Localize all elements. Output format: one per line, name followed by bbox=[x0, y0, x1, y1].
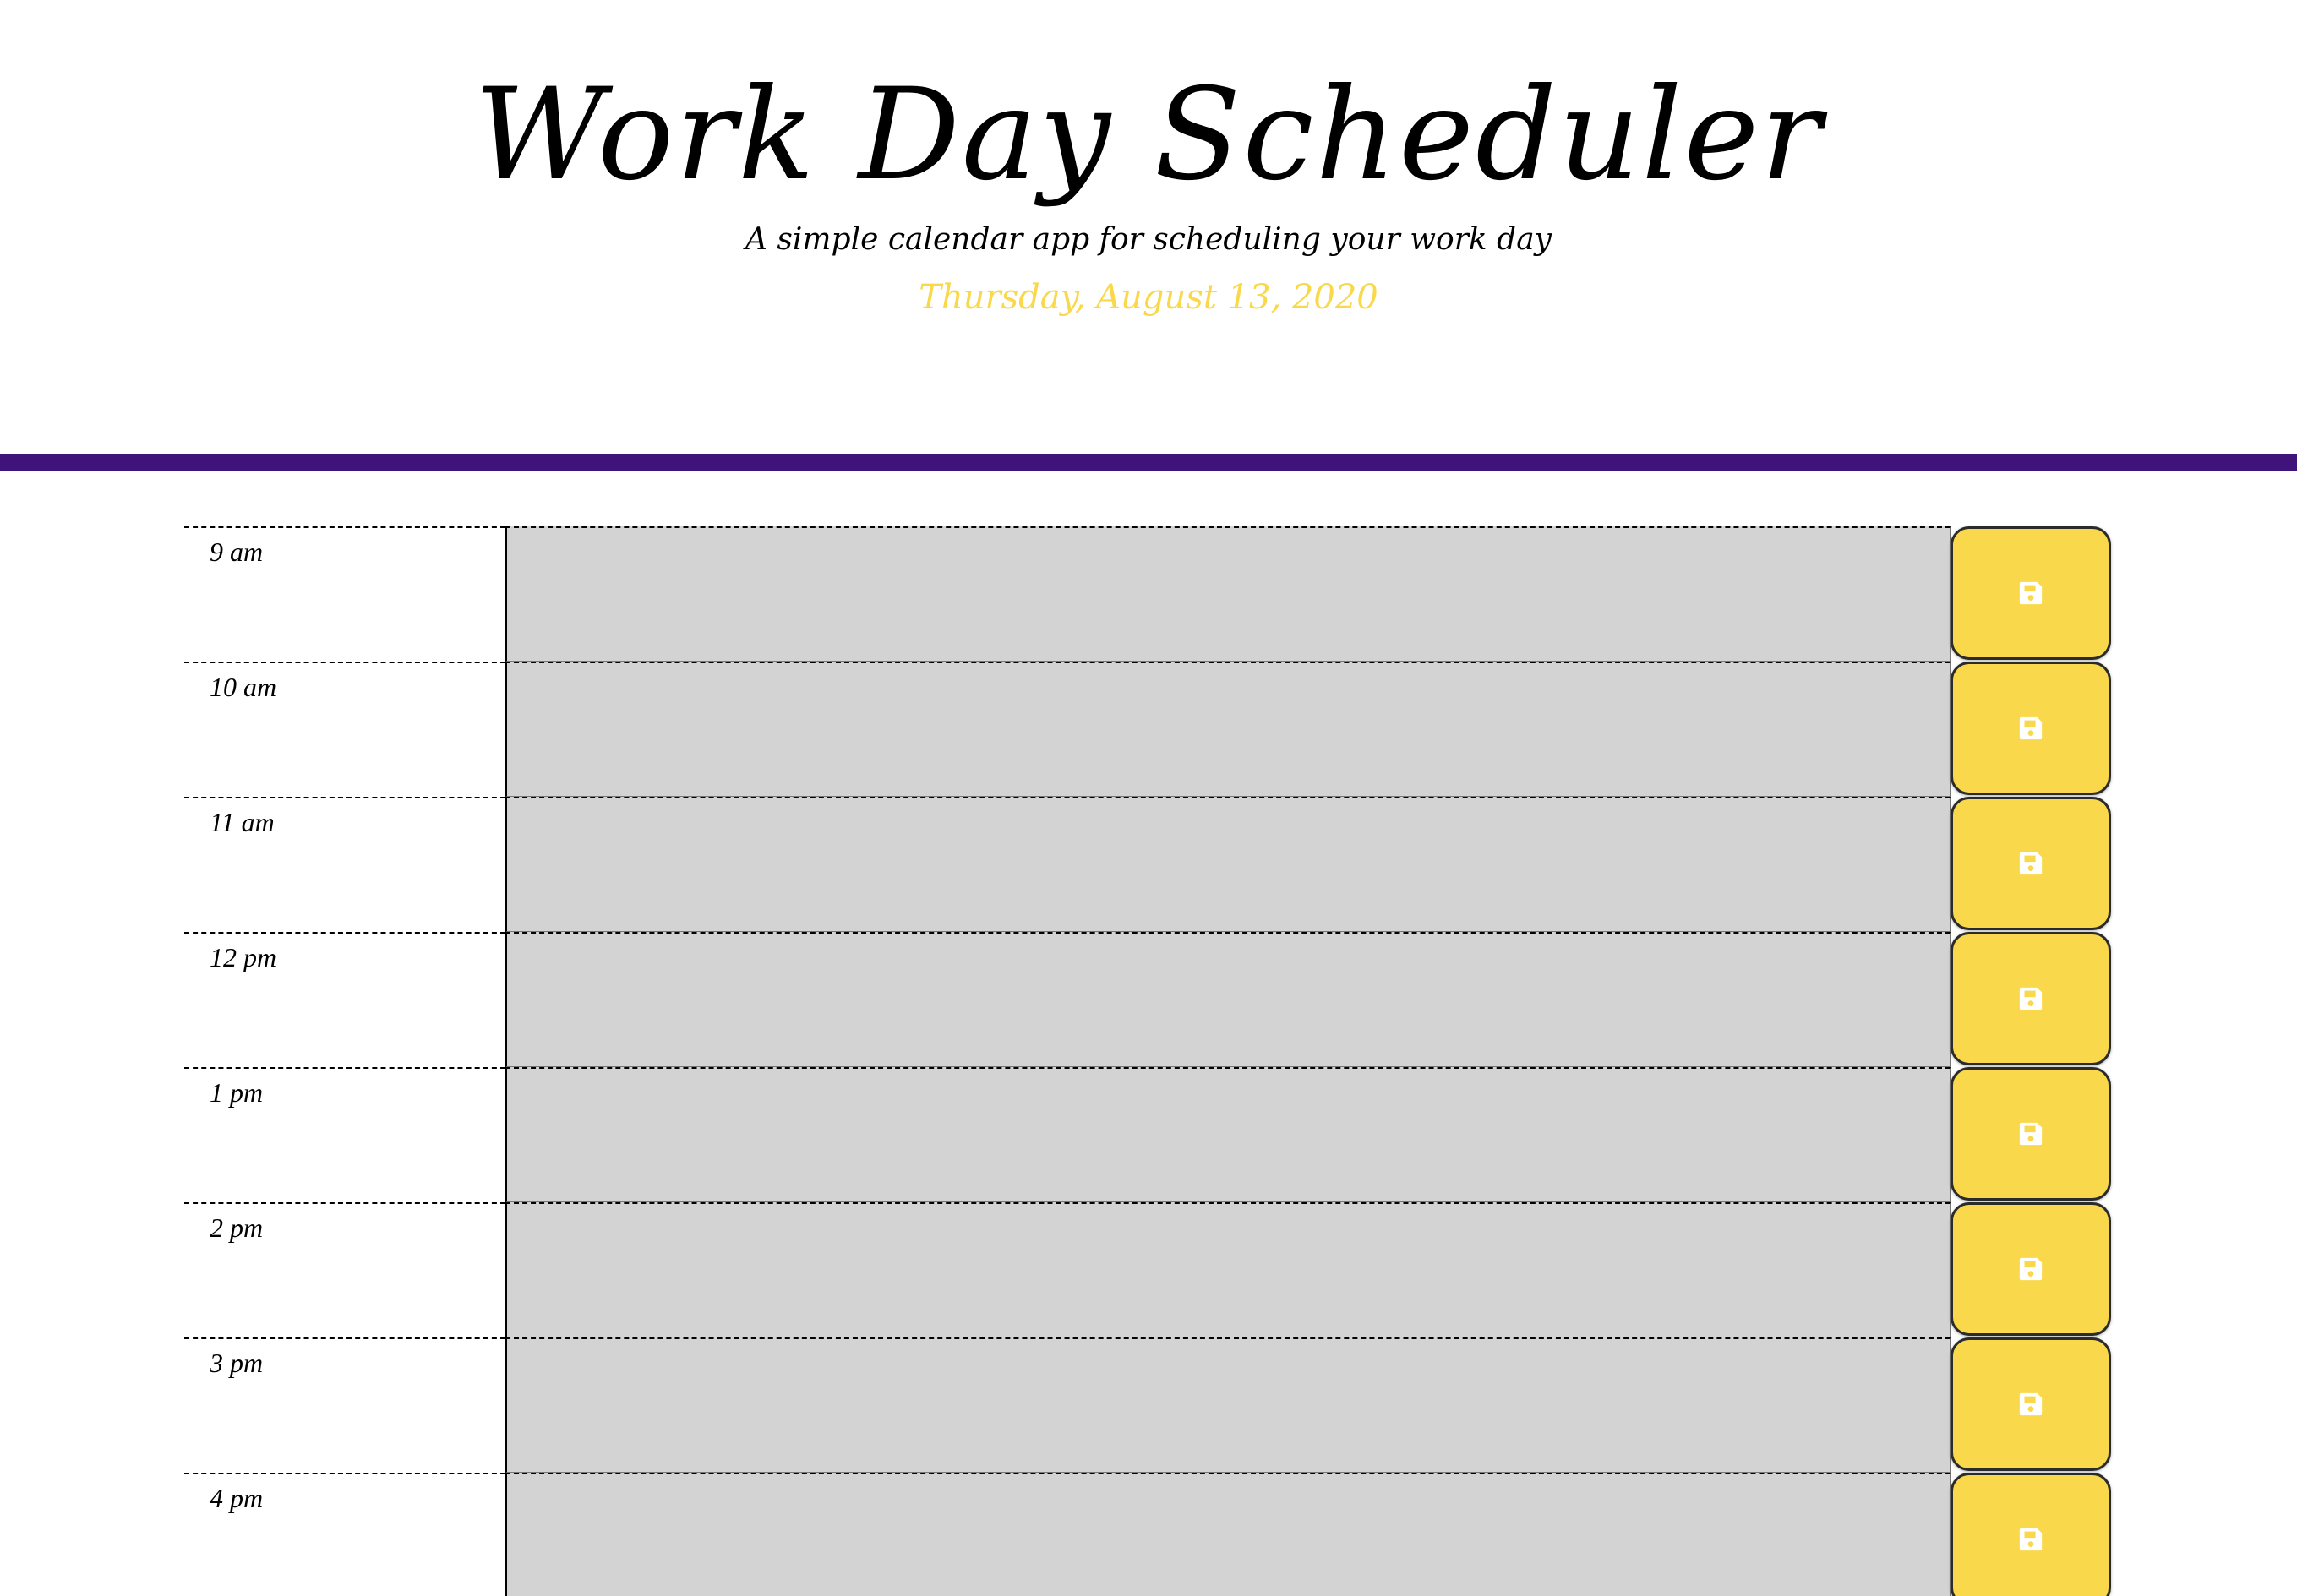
description-input[interactable] bbox=[505, 1202, 1951, 1337]
hour-label: 3 pm bbox=[184, 1337, 505, 1473]
save-icon bbox=[2019, 581, 2043, 605]
schedule-container: 9 am 10 am 11 am 12 pm 1 pm 2 pm 3 pm 4 … bbox=[184, 526, 2111, 1596]
save-icon bbox=[2019, 1122, 2043, 1146]
save-icon bbox=[2019, 1392, 2043, 1416]
description-input[interactable] bbox=[505, 1337, 1951, 1473]
time-block-2pm: 2 pm bbox=[184, 1202, 2111, 1337]
description-input[interactable] bbox=[505, 662, 1951, 797]
save-button[interactable] bbox=[1951, 797, 2111, 930]
time-block-4pm: 4 pm bbox=[184, 1473, 2111, 1596]
save-button[interactable] bbox=[1951, 932, 2111, 1065]
hour-label: 10 am bbox=[184, 662, 505, 797]
hour-label: 12 pm bbox=[184, 932, 505, 1067]
page-title: Work Day Scheduler bbox=[474, 62, 1823, 209]
save-button[interactable] bbox=[1951, 1337, 2111, 1471]
hour-label: 4 pm bbox=[184, 1473, 505, 1596]
time-block-11am: 11 am bbox=[184, 797, 2111, 932]
time-block-12pm: 12 pm bbox=[184, 932, 2111, 1067]
save-icon bbox=[2019, 852, 2043, 875]
header-divider bbox=[0, 454, 2297, 471]
page-subtitle: A simple calendar app for scheduling you… bbox=[745, 222, 1552, 257]
time-block-9am: 9 am bbox=[184, 526, 2111, 662]
save-button[interactable] bbox=[1951, 662, 2111, 795]
hour-label: 11 am bbox=[184, 797, 505, 932]
time-block-1pm: 1 pm bbox=[184, 1067, 2111, 1202]
jumbotron-header: Work Day Scheduler A simple calendar app… bbox=[0, 0, 2297, 454]
description-input[interactable] bbox=[505, 1473, 1951, 1596]
save-icon bbox=[2019, 987, 2043, 1010]
time-block-3pm: 3 pm bbox=[184, 1337, 2111, 1473]
description-input[interactable] bbox=[505, 932, 1951, 1067]
save-icon bbox=[2019, 1528, 2043, 1551]
save-icon bbox=[2019, 1257, 2043, 1281]
save-button[interactable] bbox=[1951, 1202, 2111, 1336]
description-input[interactable] bbox=[505, 797, 1951, 932]
time-block-10am: 10 am bbox=[184, 662, 2111, 797]
hour-label: 2 pm bbox=[184, 1202, 505, 1337]
save-button[interactable] bbox=[1951, 526, 2111, 660]
hour-label: 9 am bbox=[184, 526, 505, 662]
description-input[interactable] bbox=[505, 526, 1951, 662]
description-input[interactable] bbox=[505, 1067, 1951, 1202]
save-button[interactable] bbox=[1951, 1473, 2111, 1596]
current-day: Thursday, August 13, 2020 bbox=[919, 278, 1378, 317]
save-icon bbox=[2019, 716, 2043, 740]
hour-label: 1 pm bbox=[184, 1067, 505, 1202]
save-button[interactable] bbox=[1951, 1067, 2111, 1201]
